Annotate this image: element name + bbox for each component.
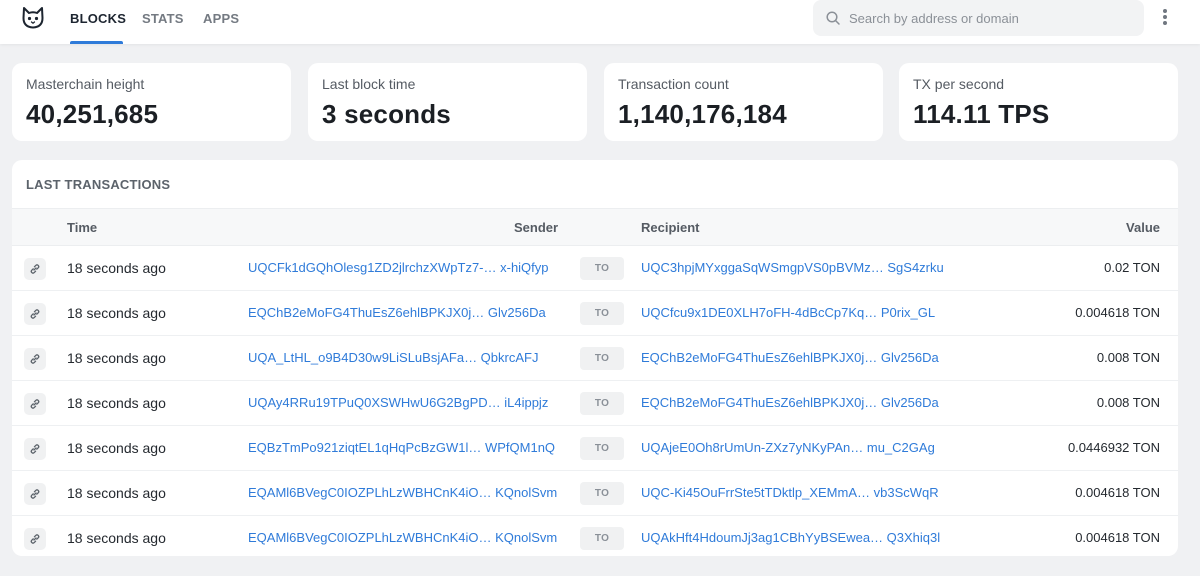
link-icon[interactable] (24, 528, 46, 550)
cat-logo-icon[interactable] (20, 5, 46, 31)
tx-value: 0.004618 TON (1075, 485, 1160, 500)
stat-card-tx-per-second: TX per second 114.11 TPS (899, 63, 1178, 141)
tx-recipient-address[interactable]: UQC3hpjMYxggaSqWSmgpVS0pBVMz… SgS4zrku (641, 260, 961, 275)
section-title: LAST TRANSACTIONS (26, 177, 171, 192)
tx-value: 0.02 TON (1104, 260, 1160, 275)
stat-value: 114.11 TPS (913, 99, 1050, 129)
last-transactions-panel: LAST TRANSACTIONS Time Sender Recipient … (12, 160, 1178, 556)
tx-value: 0.008 TON (1096, 395, 1160, 410)
tx-value: 0.008 TON (1096, 350, 1160, 365)
tx-recipient-address[interactable]: UQAkHft4HdoumJj3ag1CBhYyBSEwea… Q3Xhiq3l (641, 530, 961, 545)
table-row: 18 seconds ago UQCFk1dGQhOlesg1ZD2jlrchz… (12, 246, 1178, 291)
link-icon[interactable] (24, 348, 46, 370)
tx-recipient-address[interactable]: UQAjeE0Oh8rUmUn-ZXz7yNKyPAn… mu_C2GAg (641, 440, 961, 455)
search-input[interactable] (849, 0, 1134, 36)
stat-label: Masterchain height (26, 76, 145, 92)
column-header-value: Value (1126, 220, 1160, 235)
column-header-recipient: Recipient (641, 220, 700, 235)
table-header: Time Sender Recipient Value (12, 208, 1178, 246)
tx-time: 18 seconds ago (67, 440, 166, 456)
search-box[interactable] (813, 0, 1144, 36)
stat-label: Last block time (322, 76, 416, 92)
link-icon[interactable] (24, 483, 46, 505)
tx-sender-address[interactable]: EQAMl6BVegC0IOZPLhLzWBHCnK4iO… KQnolSvm (248, 530, 562, 545)
stat-card-last-block-time: Last block time 3 seconds (308, 63, 587, 141)
tx-recipient-address[interactable]: UQC-Ki45OuFrrSte5tTDktlp_XEMmA… vb3ScWqR (641, 485, 961, 500)
tab-stats[interactable]: STATS (142, 11, 184, 26)
table-row: 18 seconds ago EQAMl6BVegC0IOZPLhLzWBHCn… (12, 471, 1178, 516)
tab-apps[interactable]: APPS (203, 11, 239, 26)
tx-sender-address[interactable]: EQAMl6BVegC0IOZPLhLzWBHCnK4iO… KQnolSvm (248, 485, 562, 500)
to-badge: TO (580, 437, 624, 460)
table-row: 18 seconds ago UQAy4RRu19TPuQ0XSWHwU6G2B… (12, 381, 1178, 426)
tx-value: 0.0446932 TON (1067, 440, 1160, 455)
tx-recipient-address[interactable]: UQCfcu9x1DE0XLH7oFH-4dBcCp7Kq… P0rix_GL (641, 305, 961, 320)
link-icon[interactable] (24, 438, 46, 460)
to-badge: TO (580, 527, 624, 550)
to-badge: TO (580, 392, 624, 415)
stat-card-masterchain-height: Masterchain height 40,251,685 (12, 63, 291, 141)
to-badge: TO (580, 482, 624, 505)
tx-recipient-address[interactable]: EQChB2eMoFG4ThuEsZ6ehlBPKJX0j… Glv256Da (641, 395, 961, 410)
tx-sender-address[interactable]: UQA_LtHL_o9B4D30w9LiSLuBsjAFa… QbkrcAFJ (248, 350, 562, 365)
link-icon[interactable] (24, 393, 46, 415)
stat-value: 40,251,685 (26, 99, 159, 129)
tx-sender-address[interactable]: EQChB2eMoFG4ThuEsZ6ehlBPKJX0j… Glv256Da (248, 305, 562, 320)
tx-time: 18 seconds ago (67, 485, 166, 501)
stat-value: 3 seconds (322, 99, 451, 129)
tx-time: 18 seconds ago (67, 305, 166, 321)
to-badge: TO (580, 302, 624, 325)
stat-label: TX per second (913, 76, 1005, 92)
tx-sender-address[interactable]: UQAy4RRu19TPuQ0XSWHwU6G2BgPD… iL4ippjz (248, 395, 562, 410)
tx-recipient-address[interactable]: EQChB2eMoFG4ThuEsZ6ehlBPKJX0j… Glv256Da (641, 350, 961, 365)
active-tab-indicator (70, 41, 123, 44)
table-row: 18 seconds ago EQChB2eMoFG4ThuEsZ6ehlBPK… (12, 291, 1178, 336)
column-header-time: Time (67, 220, 98, 235)
link-icon[interactable] (24, 258, 46, 280)
table-row: 18 seconds ago UQA_LtHL_o9B4D30w9LiSLuBs… (12, 336, 1178, 381)
to-badge: TO (580, 257, 624, 280)
search-icon (826, 11, 840, 25)
tx-time: 18 seconds ago (67, 350, 166, 366)
tx-time: 18 seconds ago (67, 395, 166, 411)
transactions-table-body: 18 seconds ago UQCFk1dGQhOlesg1ZD2jlrchz… (12, 246, 1178, 556)
table-row: 18 seconds ago EQAMl6BVegC0IOZPLhLzWBHCn… (12, 516, 1178, 556)
more-vertical-icon[interactable] (1157, 8, 1173, 28)
stat-value: 1,140,176,184 (618, 99, 787, 129)
tx-value: 0.004618 TON (1075, 530, 1160, 545)
tx-value: 0.004618 TON (1075, 305, 1160, 320)
tx-time: 18 seconds ago (67, 260, 166, 276)
link-icon[interactable] (24, 303, 46, 325)
stat-label: Transaction count (618, 76, 729, 92)
top-navigation-bar: BLOCKS STATS APPS (0, 0, 1200, 44)
column-header-sender: Sender (514, 220, 559, 235)
stat-card-transaction-count: Transaction count 1,140,176,184 (604, 63, 883, 141)
tx-sender-address[interactable]: UQCFk1dGQhOlesg1ZD2jlrchzXWpTz7-… x-hiQf… (248, 260, 562, 275)
tab-blocks[interactable]: BLOCKS (70, 11, 126, 26)
table-row: 18 seconds ago EQBzTmPo921ziqtEL1qHqPcBz… (12, 426, 1178, 471)
tx-time: 18 seconds ago (67, 530, 166, 546)
to-badge: TO (580, 347, 624, 370)
tx-sender-address[interactable]: EQBzTmPo921ziqtEL1qHqPcBzGW1l… WPfQM1nQ (248, 440, 562, 455)
